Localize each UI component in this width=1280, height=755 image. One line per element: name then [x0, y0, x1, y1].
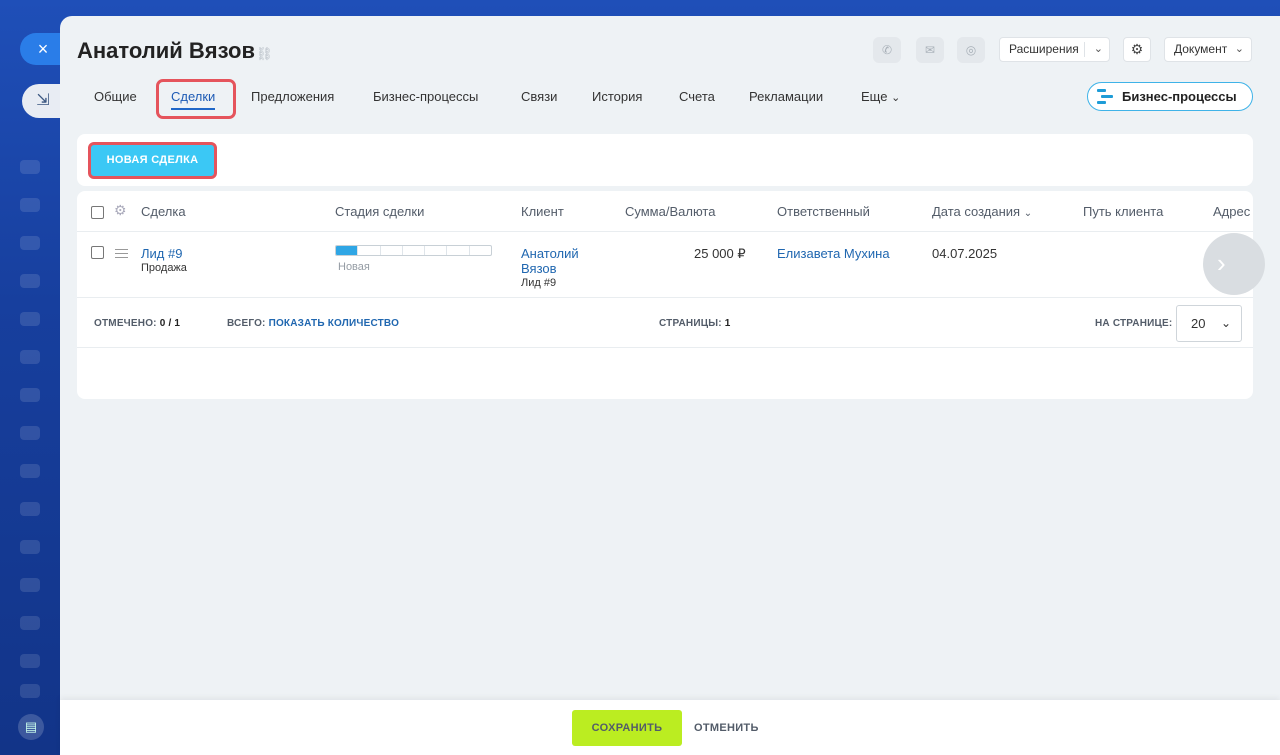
column-header-client-path[interactable]: Путь клиента: [1083, 204, 1163, 219]
chat-icon[interactable]: ◎: [957, 37, 985, 63]
printer-icon[interactable]: ▤: [18, 714, 44, 740]
save-button[interactable]: СОХРАНИТЬ: [572, 710, 682, 746]
grid-footer: ОТМЕЧЕНО: 0 / 1 ВСЕГО: ПОКАЗАТЬ КОЛИЧЕСТ…: [77, 298, 1253, 348]
deals-grid: ⚙ Сделка Стадия сделки Клиент Сумма/Валю…: [77, 191, 1253, 399]
sidebar-blur-item: [20, 312, 40, 326]
show-count-link[interactable]: ПОКАЗАТЬ КОЛИЧЕСТВО: [269, 318, 400, 329]
column-header-address[interactable]: Адрес: [1213, 204, 1250, 219]
per-page-select[interactable]: 20 ⌄: [1176, 305, 1242, 342]
document-label: Документ: [1174, 42, 1228, 56]
selected-count: ОТМЕЧЕНО: 0 / 1: [94, 318, 181, 329]
new-deal-button[interactable]: НОВАЯ СДЕЛКА: [88, 142, 217, 179]
column-header-deal[interactable]: Сделка: [141, 204, 186, 219]
sidebar-blur-item: [20, 426, 40, 440]
select-all-checkbox[interactable]: [91, 206, 104, 219]
business-process-icon: [1097, 89, 1113, 104]
sidebar-blur-item: [20, 540, 40, 554]
sidebar-blur-item: [20, 578, 40, 592]
close-icon: ×: [37, 39, 49, 59]
business-processes-label: Бизнес-процессы: [1122, 89, 1237, 104]
sidebar-blur-item: [20, 236, 40, 250]
row-checkbox[interactable]: [91, 246, 104, 259]
grid-header: ⚙ Сделка Стадия сделки Клиент Сумма/Валю…: [77, 191, 1253, 232]
sidebar-blur-item: [20, 160, 40, 174]
extensions-label: Расширения: [1009, 42, 1079, 56]
page-title: Анатолий Вязов: [77, 38, 255, 63]
grid-settings-gear-icon[interactable]: ⚙: [114, 202, 127, 219]
tab-more[interactable]: Еще ⌄: [861, 80, 900, 114]
toolbar-card: [77, 134, 1253, 186]
minimize-icon: ⇲: [36, 92, 50, 109]
total-count: ВСЕГО: ПОКАЗАТЬ КОЛИЧЕСТВО: [227, 318, 400, 329]
settings-button[interactable]: ⚙: [1123, 37, 1151, 62]
minimize-slider-button[interactable]: ⇲: [22, 84, 60, 118]
document-button[interactable]: Документ ⌄: [1164, 37, 1252, 62]
deal-type: Продажа: [141, 262, 187, 274]
responsible-link[interactable]: Елизавета Мухина: [777, 246, 890, 261]
deal-title-link[interactable]: Лид #9: [141, 246, 182, 261]
sidebar-blur-item: [20, 654, 40, 668]
client-link-line1[interactable]: Анатолий: [521, 246, 579, 261]
column-header-responsible[interactable]: Ответственный: [777, 204, 870, 219]
sort-chevron-down-icon: ⌄: [1023, 208, 1033, 219]
sidebar-blur-item: [20, 616, 40, 630]
per-page-label: НА СТРАНИЦЕ:: [1095, 318, 1173, 329]
client-sub: Лид #9: [521, 277, 557, 289]
tab-relations[interactable]: Связи: [521, 80, 557, 114]
chevron-down-icon: ⌄: [891, 92, 901, 104]
sidebar-blur-item: [20, 198, 40, 212]
mail-icon[interactable]: ✉: [916, 37, 944, 63]
table-row[interactable]: Лид #9 Продажа Новая Анатолий Вязов Лид …: [77, 232, 1253, 298]
scroll-right-button[interactable]: ›: [1203, 233, 1265, 295]
chevron-right-icon: ›: [1217, 248, 1226, 278]
created-date: 04.07.2025: [932, 246, 998, 261]
entity-panel: Анатолий Вязов ⛓ ✆ ✉ ◎ Расширения ⌄ ⚙ До…: [60, 16, 1280, 755]
amount-value: 25 000 ₽: [694, 246, 746, 261]
sidebar-blur-item: [20, 274, 40, 288]
tab-claims[interactable]: Рекламации: [749, 80, 823, 114]
client-link-line2[interactable]: Вязов: [521, 261, 557, 276]
chevron-down-icon: ⌄: [1220, 316, 1231, 330]
stage-label: Новая: [338, 261, 370, 273]
extensions-button[interactable]: Расширения ⌄: [999, 37, 1110, 62]
tab-highlight-frame: [156, 79, 236, 119]
tab-offers[interactable]: Предложения: [251, 80, 334, 114]
sidebar-blur-item: [20, 684, 40, 698]
gear-icon: ⚙: [1130, 41, 1144, 57]
chevron-down-icon: ⌄: [1234, 43, 1244, 55]
sidebar-blur-item: [20, 350, 40, 364]
column-header-stage[interactable]: Стадия сделки: [335, 204, 424, 219]
tab-invoices[interactable]: Счета: [679, 80, 715, 114]
column-header-created[interactable]: Дата создания ⌄: [932, 204, 1032, 219]
link-icon[interactable]: ⛓: [256, 46, 273, 62]
tab-history[interactable]: История: [592, 80, 642, 114]
stage-progress-bar[interactable]: [335, 245, 492, 256]
divider: [1084, 42, 1085, 57]
bottom-action-bar: СОХРАНИТЬ ОТМЕНИТЬ: [60, 700, 1280, 755]
tab-business-processes[interactable]: Бизнес-процессы: [373, 80, 478, 114]
chevron-down-icon[interactable]: ⌄: [1094, 38, 1103, 61]
business-processes-button[interactable]: Бизнес-процессы: [1087, 82, 1253, 111]
column-header-amount[interactable]: Сумма/Валюта: [625, 204, 715, 219]
sidebar-blur-item: [20, 502, 40, 516]
row-menu-icon[interactable]: [115, 249, 128, 258]
close-slider-button[interactable]: ×: [20, 33, 60, 65]
phone-icon[interactable]: ✆: [873, 37, 901, 63]
cancel-button[interactable]: ОТМЕНИТЬ: [694, 710, 759, 746]
pages-info: СТРАНИЦЫ: 1: [659, 318, 731, 329]
tab-general[interactable]: Общие: [94, 80, 137, 114]
sidebar-blur-item: [20, 388, 40, 402]
sidebar-blur-item: [20, 464, 40, 478]
column-header-client[interactable]: Клиент: [521, 204, 564, 219]
